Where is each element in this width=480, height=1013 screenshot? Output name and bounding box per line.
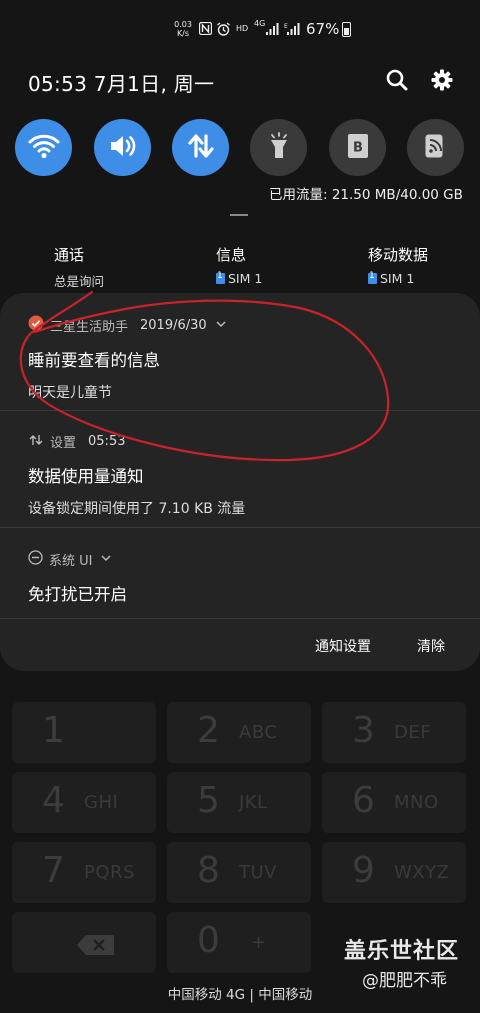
notification-body: 设备锁定期间使用了 7.10 KB 流量: [28, 501, 246, 517]
key-digit: 8: [197, 850, 220, 891]
watermark-user: @肥肥不乖: [362, 971, 447, 991]
notification-settings-button[interactable]: 通知设置: [315, 636, 371, 656]
keypad-key[interactable]: 4 GHI: [12, 772, 156, 833]
key-letters: DEF: [394, 722, 432, 743]
keypad-key[interactable]: 3 DEF: [322, 702, 466, 763]
hand-drawn-circle-annotation: [19, 290, 390, 462]
key-digit: 3: [352, 710, 375, 751]
key-digit: 0: [197, 920, 220, 961]
keypad-key[interactable]: 1: [12, 702, 156, 763]
backspace-icon: [76, 934, 116, 960]
key-letters: PQRS: [84, 862, 135, 883]
divider: [0, 618, 480, 619]
keypad-key[interactable]: [12, 912, 156, 973]
notification-app-name: 系统 UI: [49, 554, 93, 569]
key-digit: 4: [42, 780, 65, 821]
keypad-key[interactable]: 6 MNO: [322, 772, 466, 833]
keypad-key[interactable]: 2 ABC: [167, 702, 311, 763]
notification-item[interactable]: 系统 UI 免打扰已开启: [0, 550, 480, 605]
watermark-title: 盖乐世社区: [344, 939, 460, 964]
key-digit: 6: [352, 780, 375, 821]
key-letters: WXYZ: [394, 862, 450, 883]
key-letters: JKL: [239, 792, 268, 813]
key-digit: 9: [352, 850, 375, 891]
keypad-key[interactable]: 7 PQRS: [12, 842, 156, 903]
key-letters: +: [251, 932, 267, 953]
do-not-disturb-icon: [28, 550, 43, 569]
notification-title: 免打扰已开启: [28, 585, 127, 604]
divider: [0, 527, 480, 528]
key-digit: 7: [42, 850, 65, 891]
key-digit: 1: [42, 710, 65, 751]
key-digit: 5: [197, 780, 220, 821]
key-letters: ABC: [239, 722, 278, 743]
key-letters: GHI: [84, 792, 119, 813]
key-letters: MNO: [394, 792, 439, 813]
keypad-key[interactable]: 9 WXYZ: [322, 842, 466, 903]
chevron-down-icon[interactable]: [100, 552, 112, 567]
keypad-key[interactable]: 8 TUV: [167, 842, 311, 903]
key-digit: 2: [197, 710, 220, 751]
key-letters: TUV: [239, 862, 277, 883]
keypad-key[interactable]: 0 +: [167, 912, 311, 973]
keypad-key[interactable]: 5 JKL: [167, 772, 311, 833]
clear-notifications-button[interactable]: 清除: [417, 636, 445, 656]
